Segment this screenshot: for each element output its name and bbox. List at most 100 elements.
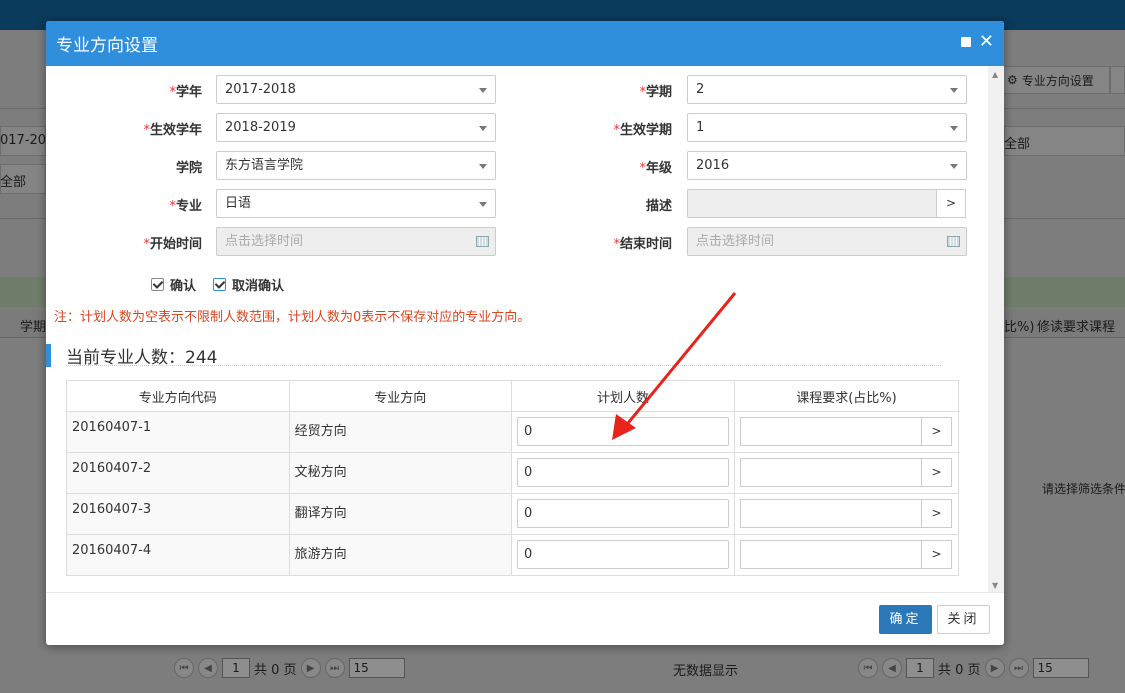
dialog-body: *学年 2017-2018 *学期 2 *生效学年 2018-2019 *生效学… bbox=[46, 66, 1004, 592]
cell-code: 20160407-4 bbox=[66, 534, 290, 576]
start-time-input[interactable]: 点击选择时间 bbox=[216, 227, 496, 256]
dialog-title: 专业方向设置 bbox=[56, 36, 158, 56]
pager-left: ⏮ ◀ 1 共 0 页 ▶ ⏭ 15 bbox=[174, 655, 405, 681]
pager-right: ⏮ ◀ 1 共 0 页 ▶ ⏭ 15 bbox=[858, 655, 1089, 681]
label-grade: *年级 bbox=[639, 161, 672, 176]
course-req-picker-button[interactable]: > bbox=[921, 417, 952, 446]
effective-term-select[interactable]: 1 bbox=[687, 113, 967, 142]
no-data-text: 无数据显示 bbox=[673, 664, 739, 679]
course-req-input[interactable] bbox=[739, 458, 922, 487]
confirm-checkbox[interactable]: 确认 bbox=[151, 275, 196, 294]
label-end-time: *结束时间 bbox=[613, 237, 672, 252]
checkbox-checked-icon[interactable] bbox=[213, 278, 226, 291]
label-effective-term: *生效学期 bbox=[613, 123, 672, 138]
planned-count-input[interactable]: 0 bbox=[516, 458, 729, 487]
course-req-picker-button[interactable]: > bbox=[921, 499, 952, 528]
end-time-input[interactable]: 点击选择时间 bbox=[687, 227, 967, 256]
label-effective-year: *生效学年 bbox=[143, 123, 202, 138]
toolbar-more-button[interactable] bbox=[1110, 66, 1125, 94]
page-size-select[interactable]: 15 bbox=[348, 658, 405, 678]
page-number-input[interactable]: 1 bbox=[906, 658, 934, 678]
planned-count-input[interactable]: 0 bbox=[516, 417, 729, 446]
col-header-course-req: 课程要求(占比%) bbox=[733, 380, 960, 412]
course-req-input[interactable] bbox=[739, 499, 922, 528]
chevron-down-icon bbox=[479, 202, 487, 207]
course-req-picker-button[interactable]: > bbox=[921, 458, 952, 487]
description-picker-button[interactable]: > bbox=[936, 189, 966, 218]
chevron-down-icon bbox=[950, 126, 958, 131]
bg-grid-col-course: 修读要求课程 bbox=[1037, 320, 1116, 335]
page-number-input[interactable]: 1 bbox=[222, 658, 250, 678]
note-text: 注：计划人数为空表示不限制人数范围，计划人数为0表示不保存对应的专业方向。 bbox=[54, 310, 531, 325]
next-page-icon[interactable]: ▶ bbox=[984, 658, 1005, 678]
col-header-code: 专业方向代码 bbox=[66, 380, 290, 412]
chevron-down-icon bbox=[950, 88, 958, 93]
label-school-year: *学年 bbox=[169, 85, 202, 100]
bg-grid-col-term: 学期 bbox=[20, 320, 47, 335]
label-start-time: *开始时间 bbox=[143, 237, 202, 252]
close-icon[interactable]: ✕ bbox=[979, 33, 994, 51]
table-row: 20160407-4 旅游方向 0 > bbox=[66, 534, 960, 576]
college-select[interactable]: 东方语言学院 bbox=[216, 151, 496, 180]
col-header-direction: 专业方向 bbox=[288, 380, 512, 412]
label-description: 描述 bbox=[645, 199, 672, 214]
major-select[interactable]: 日语 bbox=[216, 189, 496, 218]
first-page-icon[interactable]: ⏮ bbox=[858, 658, 878, 678]
close-button[interactable]: 关闭 bbox=[937, 605, 990, 634]
bg-grid-col-ratio: 比%) bbox=[1004, 320, 1035, 335]
label-term: *学期 bbox=[639, 85, 672, 100]
gear-icon: ⚙ bbox=[1007, 73, 1018, 87]
table-row: 20160407-2 文秘方向 0 > bbox=[66, 452, 960, 494]
cell-direction: 翻译方向 bbox=[288, 493, 512, 535]
prev-page-icon[interactable]: ◀ bbox=[198, 658, 218, 678]
col-header-planned: 计划人数 bbox=[510, 380, 735, 412]
first-page-icon[interactable]: ⏮ bbox=[174, 658, 194, 678]
dialog-header: 专业方向设置 ✕ bbox=[46, 21, 1004, 66]
label-college: 学院 bbox=[175, 161, 202, 176]
page-size-select[interactable]: 15 bbox=[1032, 658, 1089, 678]
page-count-text: 共 0 页 bbox=[254, 662, 297, 678]
last-page-icon[interactable]: ⏭ bbox=[324, 658, 345, 678]
course-req-input[interactable] bbox=[739, 540, 922, 569]
last-page-icon[interactable]: ⏭ bbox=[1008, 658, 1029, 678]
maximize-icon[interactable] bbox=[960, 37, 971, 47]
effective-year-select[interactable]: 2018-2019 bbox=[216, 113, 496, 142]
scroll-up-icon[interactable]: ▲ bbox=[992, 70, 998, 79]
term-select[interactable]: 2 bbox=[687, 75, 967, 104]
course-req-input[interactable] bbox=[739, 417, 922, 446]
description-input bbox=[687, 189, 937, 218]
page-count-text: 共 0 页 bbox=[938, 662, 981, 678]
direction-settings-button[interactable]: ⚙ 专业方向设置 bbox=[1000, 66, 1110, 94]
direction-settings-dialog: 专业方向设置 ✕ *学年 2017-2018 *学期 2 *生效学年 2018-… bbox=[46, 21, 1004, 645]
empty-hint: 请选择筛选条件 bbox=[1042, 482, 1125, 496]
school-year-select[interactable]: 2017-2018 bbox=[216, 75, 496, 104]
cell-direction: 旅游方向 bbox=[288, 534, 512, 576]
cell-code: 20160407-2 bbox=[66, 452, 290, 494]
grade-select[interactable]: 2016 bbox=[687, 151, 967, 180]
table-header-row: 专业方向代码 专业方向 计划人数 课程要求(占比%) bbox=[66, 380, 960, 412]
next-page-icon[interactable]: ▶ bbox=[300, 658, 321, 678]
chevron-down-icon bbox=[479, 164, 487, 169]
cell-code: 20160407-3 bbox=[66, 493, 290, 535]
cell-code: 20160407-1 bbox=[66, 411, 290, 453]
direction-table: 专业方向代码 专业方向 计划人数 课程要求(占比%) 20160407-1 经贸… bbox=[66, 380, 960, 576]
calendar-icon[interactable] bbox=[947, 236, 960, 247]
bg-field-all-value: 全部 bbox=[0, 175, 27, 190]
cancel-confirm-checkbox[interactable]: 取消确认 bbox=[213, 275, 284, 294]
cell-direction: 经贸方向 bbox=[288, 411, 512, 453]
course-req-picker-button[interactable]: > bbox=[921, 540, 952, 569]
bg-field-right-value: 全部 bbox=[1004, 137, 1031, 152]
planned-count-input[interactable]: 0 bbox=[516, 499, 729, 528]
section-accent-bar bbox=[46, 344, 51, 367]
planned-count-input[interactable]: 0 bbox=[516, 540, 729, 569]
calendar-icon[interactable] bbox=[476, 236, 489, 247]
ok-button[interactable]: 确定 bbox=[879, 605, 932, 634]
table-row: 20160407-3 翻译方向 0 > bbox=[66, 493, 960, 535]
chevron-down-icon bbox=[479, 88, 487, 93]
dialog-scrollbar[interactable]: ▲ ▼ bbox=[988, 66, 1004, 592]
prev-page-icon[interactable]: ◀ bbox=[882, 658, 902, 678]
checkbox-checked-icon[interactable] bbox=[151, 278, 164, 291]
scroll-down-icon[interactable]: ▼ bbox=[992, 581, 998, 590]
chevron-down-icon bbox=[479, 126, 487, 131]
dialog-footer: 确定 关闭 bbox=[46, 592, 1004, 645]
